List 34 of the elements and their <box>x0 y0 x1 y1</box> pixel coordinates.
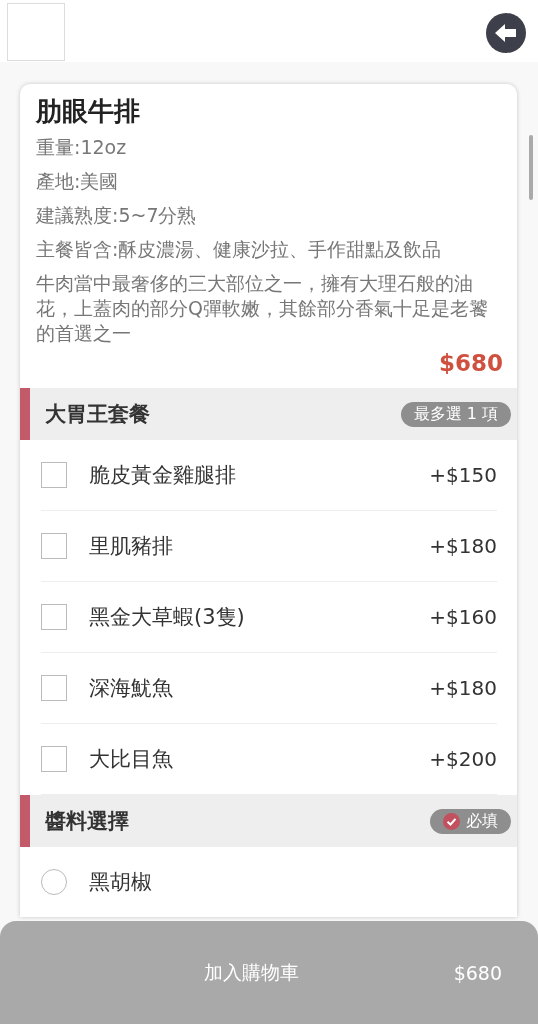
product-detail: 產地:美國 <box>36 169 120 194</box>
checkbox[interactable] <box>41 462 67 488</box>
product-price: $680 <box>438 350 503 376</box>
limit-badge: 最多選 1 項 <box>400 401 511 427</box>
option-price: +$160 <box>429 605 497 629</box>
product-detail: 主餐皆含:酥皮濃湯、健康沙拉、手作甜點及飲品 <box>36 237 443 262</box>
option-price: +$150 <box>429 463 497 487</box>
scrollbar <box>529 135 533 200</box>
check-icon <box>443 812 460 830</box>
cart-total: $680 <box>453 961 502 984</box>
checkbox[interactable] <box>41 533 67 559</box>
back-button[interactable] <box>486 13 526 53</box>
option-label: 脆皮黃金雞腿排 <box>89 462 237 489</box>
add-to-cart-bar[interactable]: 加入購物車 $680 <box>0 921 538 1024</box>
option-label: 黑金大草蝦(3隻) <box>89 604 246 631</box>
option-group-title: 醬料選擇 <box>45 808 129 835</box>
option-price: +$180 <box>429 676 497 700</box>
logo-placeholder <box>7 3 65 61</box>
option-label: 大比目魚 <box>89 746 174 773</box>
option-price: +$200 <box>429 747 497 771</box>
option-label: 深海魷魚 <box>89 675 174 702</box>
product-description: 牛肉當中最奢侈的三大部位之一，擁有大理石般的油花，上蓋肉的部分Q彈軟嫩，其餘部分香氣十足是老饕的首選之一 <box>36 271 489 346</box>
product-detail: 重量:12oz <box>36 135 128 160</box>
option-group-title: 大胃王套餐 <box>45 401 150 428</box>
required-badge: 必填 <box>430 808 511 834</box>
product-name: 肋眼牛排 <box>36 95 141 128</box>
checkbox[interactable] <box>41 604 67 630</box>
checkbox[interactable] <box>41 746 67 772</box>
option-label: 黑胡椒 <box>89 869 153 896</box>
product-detail: 建議熟度:5~7分熟 <box>36 203 198 228</box>
option-label: 里肌豬排 <box>89 533 174 560</box>
checkbox[interactable] <box>41 675 67 701</box>
add-to-cart-label: 加入購物車 <box>203 959 299 985</box>
option-price: +$180 <box>429 534 497 558</box>
